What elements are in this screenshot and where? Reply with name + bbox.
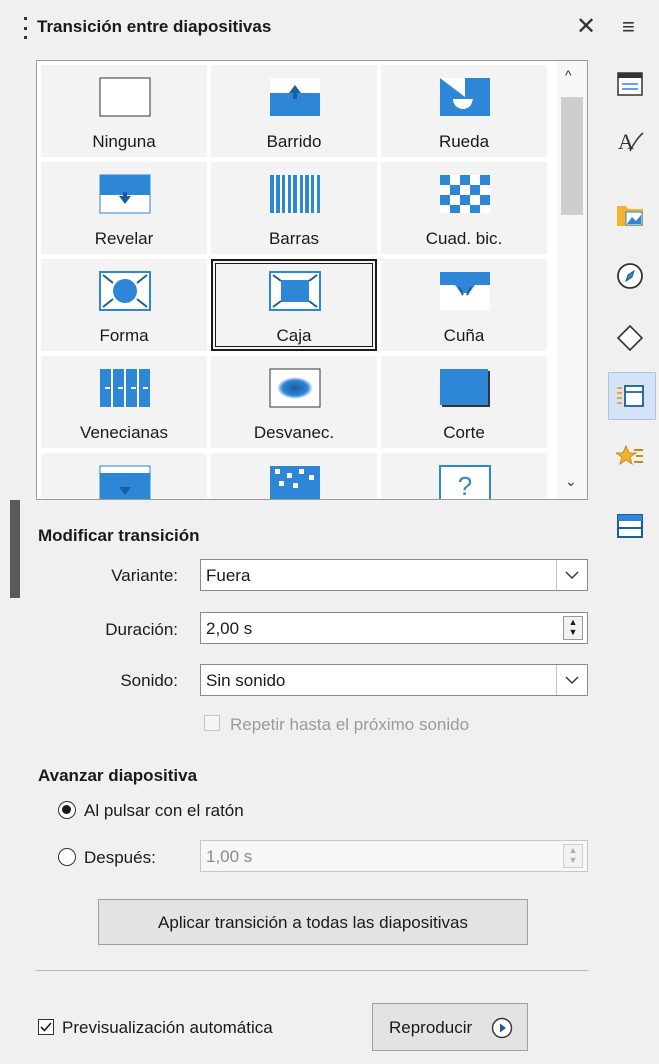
transition-label: Venecianas <box>80 423 168 442</box>
fade-transition-icon <box>269 368 321 408</box>
gallery-scrollbar[interactable]: ^ ⌄ <box>557 61 587 499</box>
duration-label: Duración: <box>105 620 178 639</box>
wedge-transition-icon <box>440 272 490 310</box>
loop-sound-checkbox[interactable] <box>204 715 220 731</box>
transition-label: Rueda <box>438 132 490 151</box>
after-time-value: 1,00 s <box>206 847 253 866</box>
close-icon[interactable]: ✕ <box>576 12 596 41</box>
panel-title: Transición entre diapositivas <box>37 17 272 36</box>
variant-dropdown[interactable]: Fuera <box>200 559 588 591</box>
transition-label: Barras <box>268 229 320 248</box>
menu-icon[interactable]: ≡ <box>622 14 635 40</box>
transition-item-cuna[interactable]: Cuña <box>381 259 547 351</box>
transition-item-partial[interactable] <box>41 453 207 499</box>
wipe-transition-icon <box>270 78 320 116</box>
shapes-icon[interactable] <box>616 324 644 352</box>
venetian-transition-icon <box>100 369 150 407</box>
after-radio[interactable] <box>58 848 76 866</box>
transition-item-rueda[interactable]: Rueda <box>381 65 547 157</box>
animation-icon[interactable] <box>616 444 644 472</box>
transition-item-corte[interactable]: Corte <box>381 356 547 448</box>
chevron-down-icon[interactable] <box>556 665 587 695</box>
transition-item-forma[interactable]: Forma <box>41 259 207 351</box>
play-icon <box>491 1017 513 1039</box>
duration-field[interactable]: 2,00 s ▲ ▼ <box>200 612 588 644</box>
navigator-icon[interactable] <box>616 262 644 290</box>
dissolve-transition-icon <box>270 466 320 499</box>
transition-label: Caja <box>276 326 312 345</box>
duration-spinner-icon[interactable]: ▲ ▼ <box>563 616 583 640</box>
after-label: Después: <box>84 848 156 867</box>
duration-value: 2,00 s <box>206 619 253 638</box>
sound-value: Sin sonido <box>206 671 286 690</box>
transition-item-partial[interactable]: ? <box>381 453 547 500</box>
on-click-label: Al pulsar con el ratón <box>84 801 244 820</box>
modify-heading: Modificar transición <box>38 526 200 545</box>
master-slides-icon[interactable] <box>616 512 644 540</box>
transition-item-barras[interactable]: Barras <box>211 162 377 254</box>
checkerboard-transition-icon <box>440 175 490 213</box>
slide-transition-icon[interactable] <box>616 382 644 410</box>
chevron-down-icon[interactable] <box>556 560 587 590</box>
uncover-transition-icon <box>99 174 151 214</box>
gallery-icon[interactable] <box>616 200 644 228</box>
styles-icon[interactable]: A <box>616 127 644 155</box>
divider <box>36 970 588 971</box>
svg-text:?: ? <box>458 471 472 500</box>
transition-item-cuad-bic[interactable]: Cuad. bic. <box>381 162 547 254</box>
play-button-label: Reproducir <box>389 1018 473 1037</box>
push-transition-icon <box>99 465 151 499</box>
checkmark-icon <box>40 1022 52 1032</box>
box-transition-icon <box>269 271 321 311</box>
transition-item-caja[interactable]: Caja <box>211 259 377 351</box>
transition-label: Forma <box>99 326 149 345</box>
loop-sound-label: Repetir hasta el próximo sonido <box>230 715 470 734</box>
transition-item-revelar[interactable]: Revelar <box>41 162 207 254</box>
after-time-field[interactable]: 1,00 s ▲ ▼ <box>200 840 588 872</box>
transition-label: Ninguna <box>92 132 156 151</box>
apply-all-button[interactable]: Aplicar transición a todas las diapositi… <box>98 899 528 945</box>
after-spinner-icon[interactable]: ▲ ▼ <box>563 844 583 868</box>
shape-transition-icon <box>99 271 151 311</box>
play-button[interactable]: Reproducir <box>372 1003 528 1051</box>
transition-item-partial[interactable] <box>211 453 377 499</box>
transition-item-ninguna[interactable]: Ninguna <box>41 65 207 157</box>
auto-preview-checkbox[interactable] <box>38 1019 54 1035</box>
bars-transition-icon <box>270 175 320 213</box>
transition-label: Cuña <box>443 326 485 345</box>
transition-item-desvanec[interactable]: Desvanec. <box>211 356 377 448</box>
svg-text:A: A <box>618 129 634 154</box>
transition-item-barrido[interactable]: Barrido <box>211 65 377 157</box>
wheel-transition-icon <box>440 78 490 116</box>
transition-label: Desvanec. <box>253 423 335 442</box>
auto-preview-label: Previsualización automática <box>62 1018 273 1037</box>
on-click-radio[interactable] <box>58 801 76 819</box>
variant-value: Fuera <box>206 566 251 585</box>
transition-item-venecianas[interactable]: Venecianas <box>41 356 207 448</box>
properties-icon[interactable] <box>616 70 644 98</box>
scroll-up-icon[interactable]: ^ <box>565 67 572 83</box>
transition-label: Revelar <box>94 229 154 248</box>
cut-transition-icon <box>440 369 490 407</box>
transition-label: Corte <box>443 423 485 442</box>
none-transition-icon <box>99 77 151 117</box>
transition-label: Barrido <box>266 132 322 151</box>
random-transition-icon: ? <box>439 465 491 500</box>
variant-label: Variante: <box>111 566 178 585</box>
sound-dropdown[interactable]: Sin sonido <box>200 664 588 696</box>
sound-label: Sonido: <box>120 671 178 690</box>
deck-splitter[interactable] <box>10 500 20 598</box>
advance-heading: Avanzar diapositiva <box>38 766 198 785</box>
scroll-down-icon[interactable]: ⌄ <box>565 473 577 490</box>
scrollbar-thumb[interactable] <box>561 97 583 215</box>
panel-grip[interactable] <box>24 17 27 39</box>
transition-gallery: Ninguna Barrido Rueda Revelar Barras Cua… <box>36 60 588 500</box>
transition-label: Cuad. bic. <box>425 229 503 248</box>
